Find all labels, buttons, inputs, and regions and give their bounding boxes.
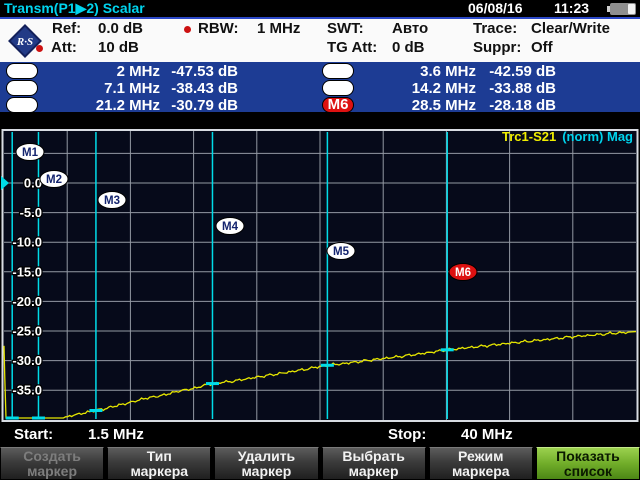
y-axis-label: -15.0 [12,264,42,279]
softkey-label-line1: Показать [556,448,620,464]
softkey-create-marker[interactable]: Создать маркер [0,447,105,480]
marker-bubble-label-M6: M6 [455,267,471,279]
marker-tick-M4 [205,382,219,386]
marker-bubble-label-M3: M3 [104,195,120,207]
trace-detector-label: (norm) Mag [562,129,633,144]
softkey-label-line2: маркер [241,463,292,479]
rbw-label: RBW: [198,20,239,37]
measurement-graph: 5.00.0-5.0-10.0-15.0-20.0-25.0-30.0-35.0… [0,112,640,447]
marker-freq-M3: 7.1 MHz [104,80,160,97]
y-axis-label: -5.0 [20,205,42,220]
trace-name-label: Trc1-S21 [502,129,556,144]
softkey-menu: Создать маркер Тип маркера Удалить маркер Выбр… [0,447,640,480]
tg-att-label: TG Att: [327,39,378,56]
swt-value[interactable]: Авто [392,20,428,37]
marker-badge-M5[interactable]: M5 [6,97,38,113]
marker-level-M3: -38.43 dB [171,80,238,97]
y-axis-label: -20.0 [12,294,42,309]
softkey-label-line2: список [563,463,613,479]
marker-tick-M3 [89,409,103,413]
date-display: 06/08/16 [468,0,523,16]
marker-bubble-label-M2: M2 [46,174,62,186]
y-axis-label: 0.0 [24,176,42,191]
settings-bar: R·S Ref: 0.0 dB Att: 10 dB RBW: 1 MHz SW… [0,17,640,64]
marker-badge-M1[interactable]: M1 [6,63,38,79]
svg-text:R·S: R·S [16,36,33,48]
battery-icon [607,3,637,15]
marker-table-row: M3 7.1 MHz -38.43 dB M4 14.2 MHz -33.88 dB [0,79,640,97]
softkey-label-line2: маркера [451,463,510,479]
stop-freq-value[interactable]: 40 MHz [461,426,513,443]
marker-level-M1: -47.53 dB [171,63,238,80]
start-freq-label: Start: [14,426,54,443]
marker-level-M2: -42.59 dB [489,63,556,80]
trace-mode-label: Trace: [473,20,518,37]
marker-bubble-label-M1: M1 [22,147,39,159]
suppr-label: Suppr: [473,39,522,56]
softkey-label-line2: маркер [348,463,399,479]
marker-tick-M5 [320,363,334,367]
marker-badge-M2[interactable]: M2 [322,63,354,79]
att-change-dot-icon [36,45,43,52]
marker-badge-M4[interactable]: M4 [322,80,354,96]
softkey-marker-type[interactable]: Тип маркера [107,447,212,480]
marker-freq-M4: 14.2 MHz [411,80,476,97]
marker-bubble-label-M4: M4 [222,221,239,233]
y-axis-label: -25.0 [12,324,42,339]
softkey-marker-mode[interactable]: Режим маркера [428,447,533,480]
marker-tick-M2 [31,416,45,420]
ref-label: Ref: [52,20,82,37]
stop-freq-label: Stop: [388,426,427,443]
y-axis-label: -10.0 [12,235,42,250]
softkey-show-list[interactable]: Показать список [535,447,640,480]
battery-body [610,3,636,15]
ref-value[interactable]: 0.0 dB [98,20,143,37]
battery-charge-level [628,4,635,14]
marker-tick-M1 [5,416,19,420]
start-freq-value[interactable]: 1.5 MHz [88,426,144,443]
softkey-label-line1: Удалить [237,448,296,464]
marker-table: M1 2 MHz -47.53 dB M2 3.6 MHz -42.59 dB M3 7.1 … [0,62,640,114]
marker-tick-M6 [440,348,454,352]
rbw-value[interactable]: 1 MHz [257,20,300,37]
att-label: Att: [51,39,77,56]
title-bar: Transm(P1▶2) Scalar 06/08/16 11:23 [0,0,640,17]
trace-info-label: Trc1-S21 (norm) Mag [502,129,633,144]
marker-badge-M3[interactable]: M3 [6,80,38,96]
rs-logo: R·S [8,24,42,58]
softkey-select-marker[interactable]: Выбрать маркер [321,447,426,480]
softkey-label-line2: маркер [27,463,78,479]
softkey-delete-marker[interactable]: Удалить маркер [214,447,319,480]
marker-badge-M6[interactable]: M6 [322,97,354,113]
marker-bubble-label-M5: M5 [333,246,350,258]
rbw-change-dot-icon [184,26,191,33]
measurement-title: Transm(P1▶2) Scalar [4,0,145,16]
y-axis-label: -30.0 [12,353,42,368]
y-axis-label: -35.0 [12,383,42,398]
marker-table-row: M5 21.2 MHz -30.79 dB M6 28.5 MHz -28.18 dB [0,96,640,114]
marker-level-M4: -33.88 dB [489,80,556,97]
suppr-value[interactable]: Off [531,39,553,56]
swt-label: SWT: [327,20,364,37]
softkey-label-line1: Режим [458,448,504,464]
softkey-label-line1: Создать [23,448,81,464]
marker-table-row: M1 2 MHz -47.53 dB M2 3.6 MHz -42.59 dB [0,62,640,80]
frequency-axis-bar: Start: 1.5 MHz Stop: 40 MHz [0,424,640,447]
tg-att-value[interactable]: 0 dB [392,39,425,56]
marker-freq-M1: 2 MHz [116,63,160,80]
instrument-screen: Transm(P1▶2) Scalar 06/08/16 11:23 R·S R… [0,0,640,480]
att-value[interactable]: 10 dB [98,39,139,56]
trace-mode-value[interactable]: Clear/Write [531,20,610,37]
marker-freq-M2: 3.6 MHz [420,63,476,80]
softkey-label-line1: Тип [146,448,172,464]
softkey-label-line1: Выбрать [342,448,405,464]
time-display: 11:23 [554,0,590,16]
softkey-label-line2: маркера [130,463,189,479]
